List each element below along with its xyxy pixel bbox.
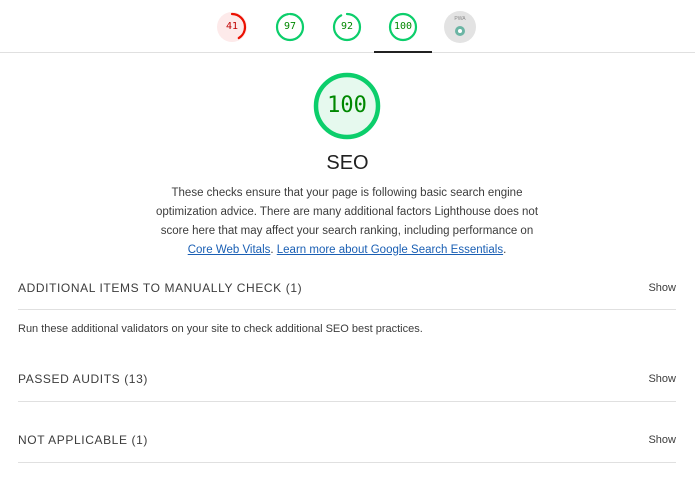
category-score: 100 bbox=[327, 93, 367, 118]
section-title: ADDITIONAL ITEMS TO MANUALLY CHECK (1) bbox=[18, 281, 303, 295]
category-title: SEO bbox=[326, 152, 369, 174]
manual-check-section-header[interactable]: ADDITIONAL ITEMS TO MANUALLY CHECK (1) S… bbox=[18, 278, 676, 298]
description-text: These checks ensure that your page is fo… bbox=[155, 187, 539, 237]
divider bbox=[18, 401, 676, 402]
core-web-vitals-link[interactable]: Core Web Vitals bbox=[188, 244, 271, 256]
show-button[interactable]: Show bbox=[648, 278, 676, 298]
tab-score: 97 bbox=[283, 21, 297, 32]
active-tab-indicator bbox=[374, 51, 432, 53]
divider bbox=[18, 309, 676, 310]
passed-audits-section-header[interactable]: PASSED AUDITS (13) Show bbox=[18, 369, 676, 389]
show-button[interactable]: Show bbox=[648, 430, 676, 450]
tab-seo[interactable]: 100 bbox=[387, 11, 419, 43]
section-description: Run these additional validators on your … bbox=[18, 323, 423, 335]
tab-accessibility[interactable]: 97 bbox=[274, 11, 306, 43]
not-applicable-section-header[interactable]: NOT APPLICABLE (1) Show bbox=[18, 430, 676, 450]
tab-score: 100 bbox=[393, 21, 413, 32]
section-title: NOT APPLICABLE (1) bbox=[18, 433, 148, 447]
pwa-badge-icon bbox=[455, 26, 465, 36]
category-tab-bar: 41 97 92 100 PWA bbox=[0, 0, 695, 53]
description-end: . bbox=[503, 244, 507, 256]
pwa-label: PWA bbox=[454, 16, 466, 22]
show-button[interactable]: Show bbox=[648, 369, 676, 389]
category-description: These checks ensure that your page is fo… bbox=[147, 184, 547, 260]
divider bbox=[18, 462, 676, 463]
tab-score: 92 bbox=[340, 21, 354, 32]
tab-performance[interactable]: 41 bbox=[216, 11, 248, 43]
tab-score: 41 bbox=[225, 21, 239, 32]
tab-best-practices[interactable]: 92 bbox=[331, 11, 363, 43]
tab-pwa[interactable]: PWA bbox=[444, 11, 476, 43]
search-essentials-link[interactable]: Learn more about Google Search Essential… bbox=[277, 244, 503, 256]
section-title: PASSED AUDITS (13) bbox=[18, 372, 148, 386]
category-score-gauge: 100 bbox=[312, 71, 382, 141]
